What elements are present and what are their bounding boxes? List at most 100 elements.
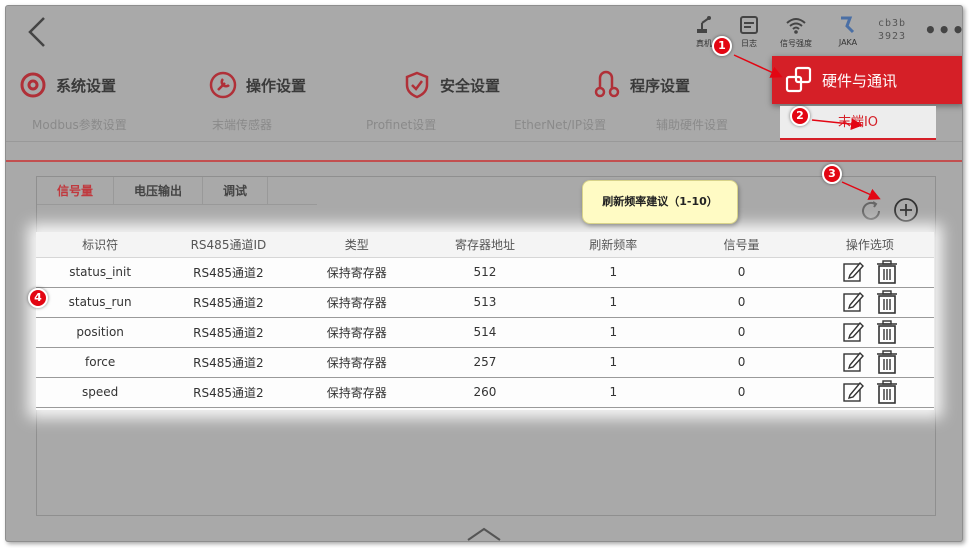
- edit-icon[interactable]: [842, 380, 864, 404]
- refresh-icon[interactable]: [859, 199, 883, 223]
- trash-icon[interactable]: [876, 290, 898, 314]
- tab-program-settings[interactable]: 程序设置: [592, 62, 690, 108]
- tab-system-settings[interactable]: 系统设置: [18, 62, 116, 108]
- cell-channel: RS485通道2: [164, 257, 293, 288]
- table-row[interactable]: position RS485通道2 保持寄存器 514 1 0: [36, 317, 934, 348]
- device-id: cb3b 3923: [878, 17, 906, 43]
- inner-tab-signal[interactable]: 信号量: [37, 177, 115, 205]
- edit-icon[interactable]: [842, 260, 864, 284]
- wrench-icon: [209, 71, 237, 99]
- add-icon[interactable]: [893, 197, 919, 223]
- edit-icon[interactable]: [842, 350, 864, 374]
- back-button[interactable]: [24, 14, 50, 50]
- cell-channel: RS485通道2: [164, 317, 293, 348]
- cell-signal: 0: [677, 287, 806, 318]
- tab-label: 系统设置: [56, 76, 117, 95]
- tab-label: 硬件与通讯: [822, 71, 898, 90]
- header-address: 寄存器地址: [420, 232, 550, 258]
- cell-frequency: 1: [549, 347, 678, 378]
- tab-label: 安全设置: [440, 76, 501, 95]
- chevron-left-icon: [28, 17, 45, 47]
- shield-check-icon: [405, 71, 429, 99]
- chevron-up-icon[interactable]: [466, 526, 502, 542]
- cell-address: 514: [420, 317, 550, 348]
- cell-id: position: [36, 317, 165, 348]
- robot-icon: [697, 16, 711, 33]
- log-label: 日志: [741, 39, 757, 48]
- cell-address: 260: [420, 377, 550, 408]
- jaka-label: JAKA: [838, 38, 858, 47]
- cell-signal: 0: [677, 257, 806, 288]
- trash-icon[interactable]: [876, 380, 898, 404]
- cell-channel: RS485通道2: [164, 287, 293, 318]
- cell-type: 保持寄存器: [292, 287, 421, 318]
- cell-frequency: 1: [549, 287, 678, 318]
- signal-status[interactable]: 信号强度: [774, 14, 818, 49]
- more-icon[interactable]: •••: [924, 18, 962, 42]
- hardware-icon: [785, 66, 812, 93]
- edit-icon[interactable]: [842, 320, 864, 344]
- device-id-line1: cb3b: [878, 18, 907, 29]
- cell-operations: [805, 257, 934, 288]
- program-icon: [594, 70, 620, 98]
- wifi-signal-icon: [786, 18, 806, 34]
- cell-type: 保持寄存器: [292, 257, 421, 288]
- log-button[interactable]: 日志: [727, 14, 771, 49]
- table-row[interactable]: speed RS485通道2 保持寄存器 260 1 0: [36, 377, 934, 408]
- table-row[interactable]: force RS485通道2 保持寄存器 257 1 0: [36, 347, 934, 378]
- log-icon: [740, 16, 758, 34]
- sub-tabs: Modbus参数设置 末端传感器 Profinet设置 EtherNet/IP设…: [6, 106, 962, 142]
- cell-id: status_run: [36, 287, 165, 318]
- cell-signal: 0: [677, 347, 806, 378]
- cell-channel: RS485通道2: [164, 377, 293, 408]
- tab-label: 程序设置: [630, 76, 691, 95]
- cell-address: 257: [420, 347, 550, 378]
- edit-icon[interactable]: [842, 290, 864, 314]
- step-marker-1: 1: [712, 36, 732, 56]
- inner-tab-debug[interactable]: 调试: [203, 177, 269, 205]
- step-marker-2: 2: [790, 106, 810, 126]
- tab-label: 操作设置: [246, 76, 307, 95]
- table-row[interactable]: status_init RS485通道2 保持寄存器 512 1 0: [36, 257, 934, 288]
- inner-tab-voltage-output[interactable]: 电压输出: [114, 177, 204, 205]
- tab-operation-settings[interactable]: 操作设置: [208, 62, 306, 108]
- divider: [6, 160, 962, 162]
- tab-hardware-communication[interactable]: 硬件与通讯: [772, 56, 962, 104]
- cell-type: 保持寄存器: [292, 347, 421, 378]
- step-marker-4: 4: [28, 288, 48, 308]
- table-row[interactable]: status_run RS485通道2 保持寄存器 513 1 0: [36, 287, 934, 318]
- tab-safety-settings[interactable]: 安全设置: [402, 62, 500, 108]
- header-operations: 操作选项: [805, 232, 934, 258]
- inner-tabs: 信号量 电压输出 调试: [37, 177, 317, 205]
- subtab-end-sensor[interactable]: 末端传感器: [212, 116, 272, 133]
- header-frequency: 刷新频率: [549, 232, 678, 258]
- main-tabs: 系统设置 操作设置 安全设置 程序设置 硬件与通讯: [6, 56, 962, 162]
- frequency-tooltip: 刷新频率建议（1-10）: [582, 180, 738, 224]
- device-id-line2: 3923: [878, 31, 907, 42]
- cell-operations: [805, 287, 934, 318]
- jaka-menu[interactable]: JAKA: [826, 14, 870, 47]
- header-channel: RS485通道ID: [164, 232, 293, 258]
- jaka-logo-icon: [841, 16, 855, 34]
- gear-icon: [20, 72, 46, 98]
- cell-frequency: 1: [549, 257, 678, 288]
- trash-icon[interactable]: [876, 260, 898, 284]
- trash-icon[interactable]: [876, 350, 898, 374]
- cell-frequency: 1: [549, 317, 678, 348]
- cell-signal: 0: [677, 377, 806, 408]
- cell-type: 保持寄存器: [292, 377, 421, 408]
- cell-address: 512: [420, 257, 550, 288]
- subtab-aux-hardware[interactable]: 辅助硬件设置: [656, 116, 728, 133]
- cell-channel: RS485通道2: [164, 347, 293, 378]
- cell-id: force: [36, 347, 165, 378]
- signal-table: 标识符 RS485通道ID 类型 寄存器地址 刷新频率 信号量 操作选项 sta…: [36, 232, 934, 410]
- subtab-ethernet-ip[interactable]: EtherNet/IP设置: [514, 116, 606, 133]
- header-signal: 信号量: [677, 232, 806, 258]
- cell-operations: [805, 317, 934, 348]
- header-type: 类型: [292, 232, 421, 258]
- subtab-modbus[interactable]: Modbus参数设置: [32, 116, 127, 133]
- trash-icon[interactable]: [876, 320, 898, 344]
- cell-operations: [805, 377, 934, 408]
- subtab-profinet[interactable]: Profinet设置: [366, 116, 436, 133]
- cell-frequency: 1: [549, 377, 678, 408]
